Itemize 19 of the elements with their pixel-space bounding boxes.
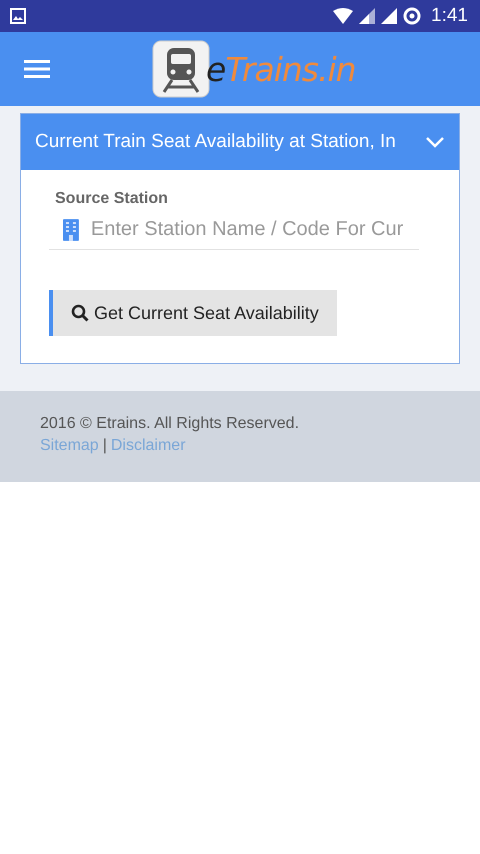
copyright-text: 2016 © Etrains. All Rights Reserved. — [40, 415, 300, 433]
panel-title: Current Train Seat Availability at Station, In — [35, 131, 396, 153]
wifi-icon — [333, 8, 354, 24]
building-icon — [63, 218, 79, 240]
clock-time: 1:41 — [431, 5, 468, 27]
sync-icon — [403, 7, 422, 25]
signal-icon — [381, 8, 398, 24]
get-availability-button[interactable]: Get Current Seat Availability — [49, 290, 337, 336]
panel-header[interactable]: Current Train Seat Availability at Station, In — [21, 114, 459, 170]
field-label: Source Station — [55, 190, 168, 208]
image-icon — [10, 8, 26, 24]
chevron-down-icon — [425, 136, 445, 148]
footer-link[interactable]: Sitemap — [40, 437, 99, 455]
signal-icon — [359, 8, 376, 24]
menu-icon[interactable] — [24, 59, 50, 79]
footer-link[interactable]: Disclaimer — [110, 437, 186, 455]
search-icon — [71, 304, 89, 322]
station-input[interactable]: Enter Station Name / Code For Cur — [90, 218, 419, 241]
link-separator: | — [102, 437, 107, 455]
